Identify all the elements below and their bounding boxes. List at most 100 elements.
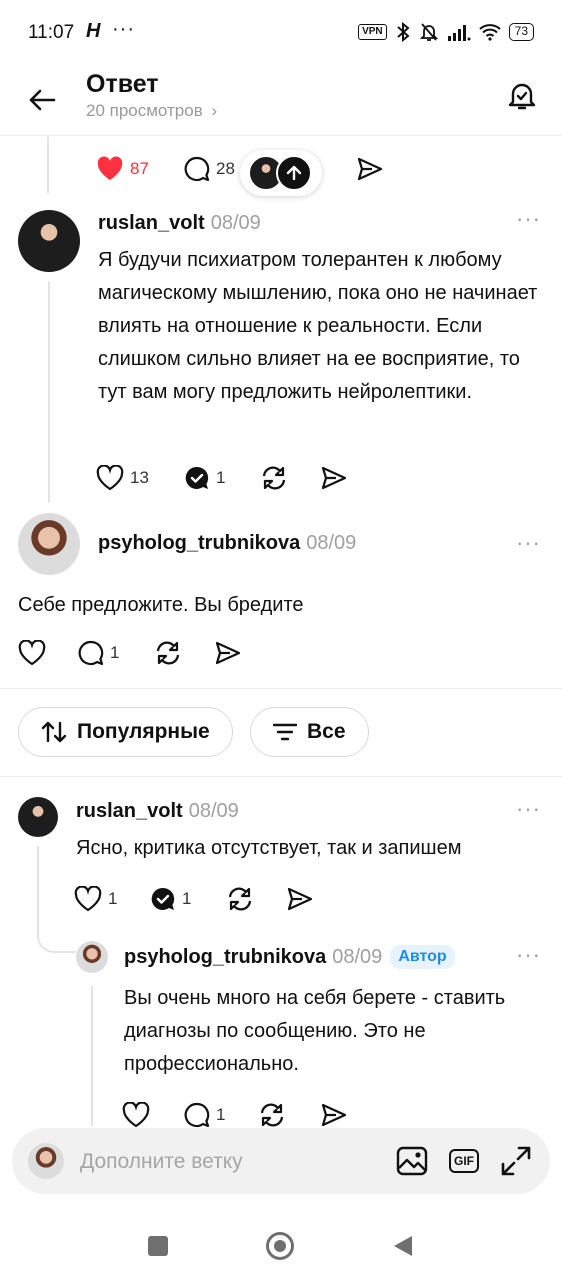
mute-bell-icon <box>419 23 438 41</box>
reply-check-icon <box>151 887 175 910</box>
post-text: Себе предложите. Вы бредите <box>18 594 304 616</box>
post-author-row: psyholog_trubnikova 08/09 <box>98 532 356 555</box>
repost-button[interactable] <box>154 640 182 666</box>
back-button[interactable] <box>22 80 62 120</box>
sort-arrows-icon <box>41 721 67 743</box>
expand-icon <box>501 1146 531 1176</box>
reply-author-row: psyholog_trubnikova 08/09 Автор <box>124 945 455 969</box>
divider <box>0 688 562 689</box>
views-count: 20 просмотров <box>86 101 203 120</box>
like-button[interactable] <box>122 1102 150 1128</box>
app-header <box>0 66 562 136</box>
attach-image-button[interactable] <box>394 1143 430 1179</box>
comment-button[interactable]: 1 <box>78 640 119 666</box>
thread-notify-button[interactable] <box>504 78 540 114</box>
signal-icon <box>447 25 471 41</box>
send-icon <box>321 466 347 490</box>
like-button[interactable] <box>18 640 46 666</box>
filter-label: Все <box>307 720 346 743</box>
battery-icon: 73 <box>508 23 534 41</box>
username[interactable]: ruslan_volt <box>76 800 183 822</box>
comment-icon <box>184 156 210 182</box>
reply-composer[interactable]: Дополните ветку GIF <box>12 1128 550 1194</box>
divider <box>0 776 562 777</box>
more-options-button[interactable]: ··· <box>516 796 541 822</box>
comment-button[interactable]: 1 <box>184 1102 225 1128</box>
avatar[interactable] <box>18 210 80 272</box>
avatar[interactable] <box>18 513 80 575</box>
repost-icon <box>156 641 180 665</box>
like-button[interactable]: 87 <box>96 156 149 182</box>
network-type-icon: H <box>86 20 101 42</box>
filter-lines-icon <box>273 723 297 741</box>
comment-icon <box>78 640 104 666</box>
heart-icon <box>18 640 46 666</box>
vpn-icon: VPN <box>358 24 387 40</box>
heart-icon <box>74 886 102 912</box>
arrow-up-icon <box>276 155 312 191</box>
comment-count: 28 <box>216 159 235 178</box>
reply-text: Вы очень много на себя берете - ставить … <box>124 987 506 1075</box>
share-button[interactable] <box>320 1102 348 1128</box>
thread-line <box>48 282 50 502</box>
send-icon <box>357 157 383 181</box>
post-text: Я будучи психиатром толерантен к любому … <box>98 249 538 403</box>
like-count: 87 <box>130 159 149 178</box>
attach-gif-button[interactable]: GIF <box>446 1143 482 1179</box>
repost-icon <box>260 1103 284 1127</box>
like-button[interactable]: 1 <box>74 886 117 912</box>
thread-connector <box>37 846 76 953</box>
composer-placeholder[interactable]: Дополните ветку <box>80 1150 243 1174</box>
status-time: 11:07 <box>28 22 75 43</box>
reply-text: Ясно, критика отсутствует, так и запишем <box>76 837 462 859</box>
username[interactable]: ruslan_volt <box>98 212 205 234</box>
share-button[interactable] <box>356 156 384 182</box>
post-date: 08/09 <box>210 212 261 234</box>
avatar[interactable] <box>18 797 58 837</box>
repost-button[interactable] <box>226 886 254 912</box>
username[interactable]: psyholog_trubnikova <box>124 946 326 968</box>
filter-all-button[interactable]: Все <box>250 707 369 757</box>
avatar[interactable] <box>76 941 108 973</box>
heart-icon <box>96 465 124 491</box>
reply-count: 1 <box>182 889 192 908</box>
post-author-row: ruslan_volt 08/09 <box>98 212 261 235</box>
reply-author-row: ruslan_volt 08/09 <box>76 800 239 823</box>
send-icon <box>287 887 313 911</box>
replies-button[interactable]: 1 <box>150 886 191 912</box>
comment-count: 1 <box>216 1105 226 1124</box>
post-date: 08/09 <box>306 532 357 554</box>
repost-button[interactable] <box>258 1102 286 1128</box>
views-link[interactable]: 20 просмотров › <box>86 101 217 121</box>
share-button[interactable] <box>320 465 348 491</box>
like-count: 13 <box>130 468 149 487</box>
heart-icon <box>97 156 123 180</box>
author-badge: Автор <box>390 945 455 969</box>
status-bar: 11:07 H ··· VPN 73 <box>0 0 562 66</box>
gif-icon: GIF <box>449 1149 479 1173</box>
replies-button[interactable]: 1 <box>184 465 225 491</box>
system-nav-bar <box>0 1210 562 1280</box>
more-options-button[interactable]: ··· <box>516 530 541 556</box>
recents-button[interactable] <box>148 1236 168 1256</box>
nav-back-button[interactable] <box>392 1234 414 1258</box>
more-options-button[interactable]: ··· <box>516 942 541 968</box>
username[interactable]: psyholog_trubnikova <box>98 532 300 554</box>
share-button[interactable] <box>286 886 314 912</box>
repost-icon <box>228 887 252 911</box>
notification-dots: ··· <box>112 18 135 40</box>
comment-count: 1 <box>110 643 120 662</box>
thread-line <box>91 986 93 1126</box>
repost-button[interactable] <box>260 465 288 491</box>
avatar <box>28 1143 64 1179</box>
like-count: 1 <box>108 889 118 908</box>
sort-popular-button[interactable]: Популярные <box>18 707 233 757</box>
share-button[interactable] <box>214 640 242 666</box>
expand-composer-button[interactable] <box>498 1143 534 1179</box>
comment-button[interactable]: 28 <box>184 156 235 182</box>
like-button[interactable]: 13 <box>96 465 149 491</box>
home-button[interactable] <box>266 1232 294 1260</box>
chevron-right-icon: › <box>211 101 218 120</box>
more-options-button[interactable]: ··· <box>516 206 541 232</box>
scroll-to-top-pill[interactable] <box>240 150 322 196</box>
